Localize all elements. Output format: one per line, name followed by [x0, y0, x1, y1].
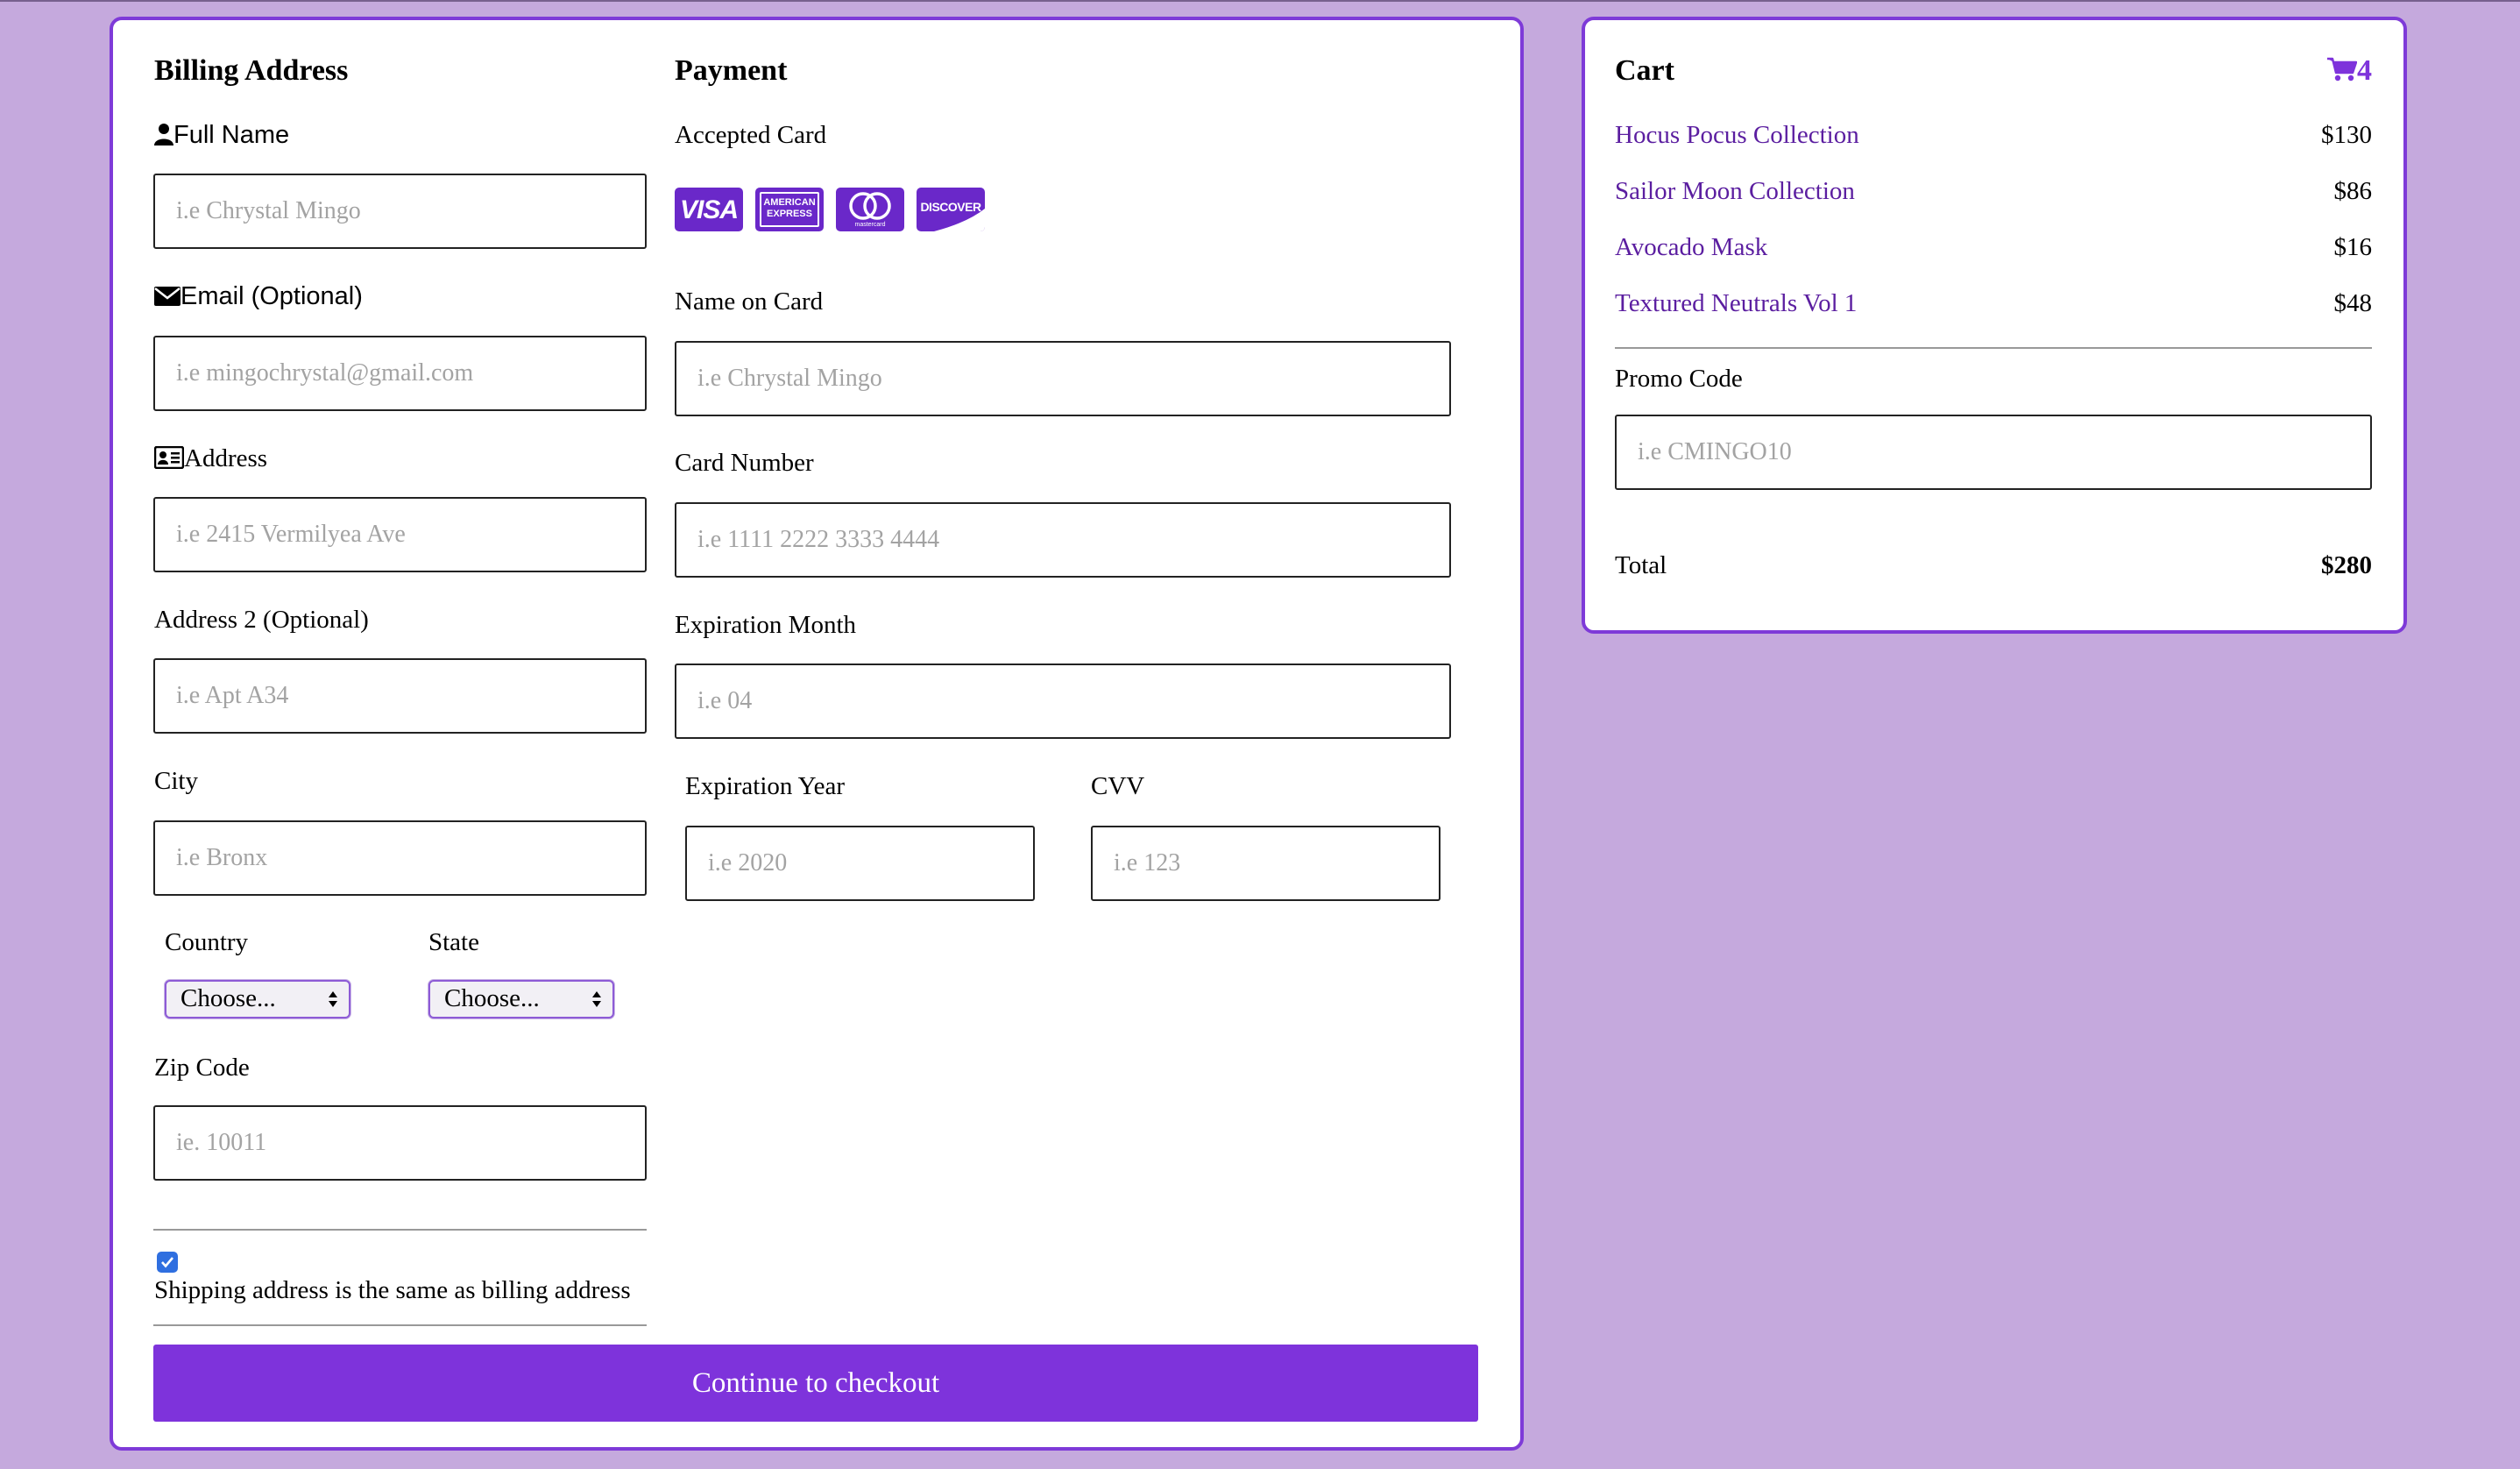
top-border	[0, 0, 2520, 2]
select-arrows-icon	[329, 991, 337, 1007]
email-label: Email (Optional)	[154, 282, 363, 311]
divider	[153, 1229, 647, 1231]
email-input[interactable]	[153, 336, 647, 411]
state-select[interactable]: Choose...	[428, 980, 614, 1018]
total-label: Total	[1615, 551, 1667, 579]
cart-item-link[interactable]: Avocado Mask	[1615, 233, 1767, 262]
promo-code-label: Promo Code	[1615, 365, 1743, 393]
amex-icon: AMERICAN EXPRESS	[755, 188, 824, 231]
address2-label: Address 2 (Optional)	[154, 606, 369, 634]
address2-input[interactable]	[153, 658, 647, 734]
name-on-card-label: Name on Card	[675, 287, 824, 316]
country-select[interactable]: Choose...	[165, 980, 350, 1018]
card-number-input[interactable]	[675, 502, 1451, 578]
cart-divider	[1615, 347, 2372, 349]
promo-code-input[interactable]	[1615, 415, 2372, 490]
cart-card	[1582, 17, 2407, 634]
accepted-card-label: Accepted Card	[675, 121, 827, 149]
discover-icon: DISCOVER	[917, 188, 985, 231]
cvv-label: CVV	[1091, 772, 1145, 800]
divider	[153, 1324, 647, 1326]
check-icon	[161, 1257, 173, 1268]
zip-input[interactable]	[153, 1105, 647, 1181]
envelope-icon	[154, 287, 181, 306]
address-card-icon	[153, 445, 185, 470]
cart-item-price: $86	[2333, 177, 2373, 205]
full-name-input[interactable]	[153, 174, 647, 249]
cvv-input[interactable]	[1091, 826, 1441, 901]
cart-icon	[2327, 57, 2358, 82]
zip-label: Zip Code	[154, 1054, 250, 1082]
cart-item-price: $48	[2333, 289, 2373, 317]
same-address-label: Shipping address is the same as billing …	[154, 1276, 631, 1304]
cart-count: 4	[2327, 54, 2372, 88]
exp-year-label: Expiration Year	[685, 772, 846, 800]
city-input[interactable]	[153, 820, 647, 896]
cart-item-price: $16	[2333, 233, 2373, 261]
payment-title: Payment	[675, 54, 788, 87]
full-name-label: Full Name	[154, 121, 289, 150]
total-value: $280	[2321, 551, 2372, 579]
visa-icon: VISA	[675, 188, 743, 231]
same-address-checkbox[interactable]	[157, 1252, 178, 1273]
card-number-label: Card Number	[675, 449, 814, 477]
exp-year-input[interactable]	[685, 826, 1035, 901]
cart-item-link[interactable]: Textured Neutrals Vol 1	[1615, 289, 1857, 318]
country-label: Country	[165, 928, 249, 956]
continue-to-checkout-button[interactable]: Continue to checkout	[153, 1345, 1478, 1422]
exp-month-label: Expiration Month	[675, 611, 857, 639]
exp-month-input[interactable]	[675, 664, 1451, 739]
mastercard-icon: mastercard	[836, 188, 904, 231]
billing-title: Billing Address	[154, 54, 349, 87]
cart-title: Cart	[1615, 54, 1674, 87]
cart-item-link[interactable]: Sailor Moon Collection	[1615, 177, 1855, 206]
select-arrows-icon	[592, 991, 601, 1007]
state-label: State	[428, 928, 479, 956]
cart-item-price: $130	[2321, 121, 2372, 149]
cart-item-link[interactable]: Hocus Pocus Collection	[1615, 121, 1859, 150]
city-label: City	[154, 767, 198, 795]
address-input[interactable]	[153, 497, 647, 572]
name-on-card-input[interactable]	[675, 341, 1451, 416]
user-icon	[154, 124, 173, 145]
address-label: Address	[153, 444, 267, 473]
